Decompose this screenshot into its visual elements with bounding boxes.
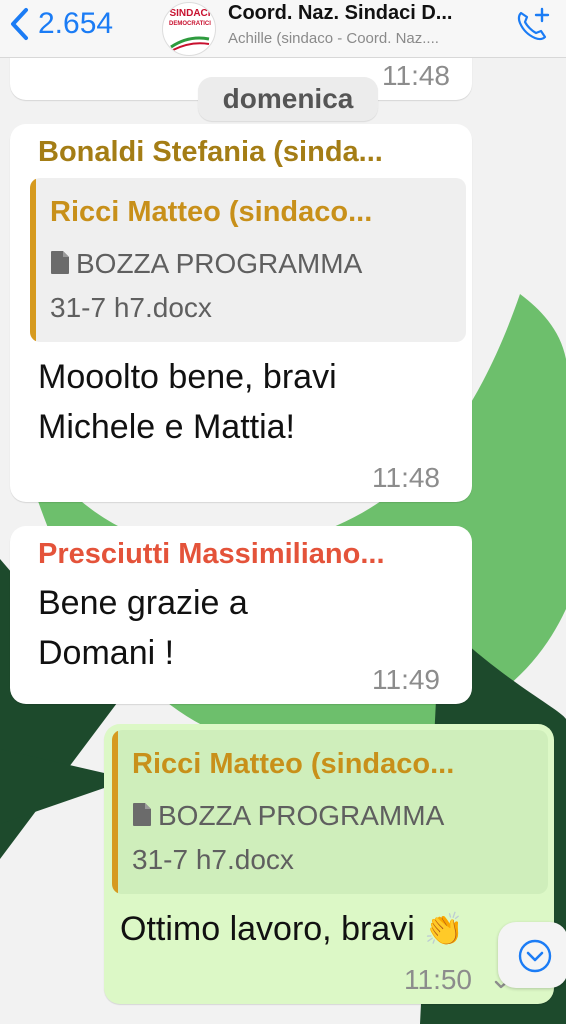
chat-header: 2.654 SINDACI DEMOCRATICI Coord. Naz. Si…: [0, 0, 566, 58]
phone-plus-icon[interactable]: [512, 6, 552, 46]
quote-file: BOZZA PROGRAMMA 31-7 h7.docx: [132, 800, 445, 875]
quote-sender: Ricci Matteo (sindaco...: [50, 196, 373, 228]
sender-name[interactable]: Presciutti Massimiliano...: [38, 538, 385, 571]
message-text: Bene grazie a Domani !: [38, 584, 248, 672]
document-icon: [133, 803, 151, 826]
quoted-message[interactable]: Ricci Matteo (sindaco... BOZZA PROGRAMMA…: [112, 730, 548, 894]
message-bubble-outgoing[interactable]: Ricci Matteo (sindaco... BOZZA PROGRAMMA…: [104, 724, 554, 1004]
message-bubble-incoming[interactable]: Presciutti Massimiliano... Bene grazie a…: [10, 526, 472, 704]
back-button[interactable]: 2.654: [8, 6, 113, 42]
quote-bar: [30, 178, 36, 342]
unread-count: 2.654: [38, 7, 114, 40]
chevron-down-icon: [518, 939, 552, 973]
quoted-message[interactable]: Ricci Matteo (sindaco... BOZZA PROGRAMMA…: [30, 178, 466, 342]
chevron-left-icon: [11, 8, 28, 40]
group-avatar[interactable]: SINDACI DEMOCRATICI: [162, 2, 216, 56]
quote-file: BOZZA PROGRAMMA 31-7 h7.docx: [50, 248, 363, 323]
message-bubble-incoming[interactable]: Bonaldi Stefania (sinda... Ricci Matteo …: [10, 124, 472, 502]
message-time: 11:48: [382, 60, 450, 91]
clapping-hands-icon: 👏: [424, 910, 465, 948]
chat-title[interactable]: Coord. Naz. Sindaci D...: [228, 2, 452, 25]
date-separator: domenica: [198, 77, 378, 121]
quote-sender: Ricci Matteo (sindaco...: [132, 748, 455, 780]
scroll-to-bottom-button[interactable]: [498, 922, 566, 988]
sender-name[interactable]: Bonaldi Stefania (sinda...: [38, 136, 383, 169]
message-time: 11:49: [372, 664, 440, 695]
message-text: Ottimo lavoro, bravi 👏: [120, 910, 465, 948]
message-time: 11:48: [372, 462, 440, 493]
document-icon: [51, 251, 69, 274]
message-text: Mooolto bene, bravi Michele e Mattia!: [38, 358, 337, 446]
logo-swoosh-icon: [170, 36, 210, 51]
message-time: 11:50: [404, 964, 472, 995]
quote-bar: [112, 730, 118, 894]
avatar-logo: SINDACI DEMOCRATICI: [169, 8, 211, 28]
chat-participants[interactable]: Achille (sindaco - Coord. Naz....: [228, 30, 439, 47]
